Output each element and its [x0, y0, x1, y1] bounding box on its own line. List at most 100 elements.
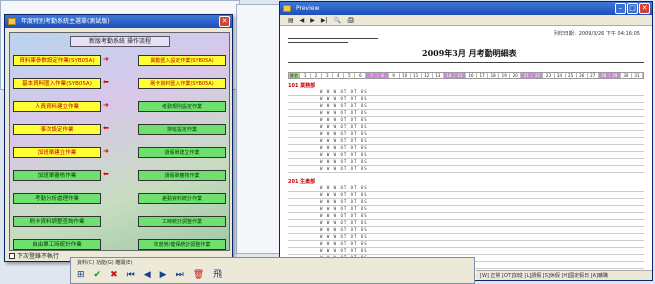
- row-codes: W W W OT OT OS: [320, 131, 368, 136]
- arrow-icon: ➜: [103, 101, 109, 109]
- table-row: W W W OT OT OS: [288, 117, 644, 124]
- confirm-icon[interactable]: ✔: [94, 269, 102, 281]
- row-codes: W W W OT OT OS: [320, 199, 368, 204]
- checkbox-label: 下次登錄不執行: [17, 253, 60, 260]
- menu-button-left-4[interactable]: 加班單建立作業: [13, 147, 101, 158]
- day-header-cell: 16: [466, 73, 478, 78]
- day-header-cell: 7: [366, 73, 378, 78]
- app-icon: [283, 5, 291, 12]
- table-row: W W W OT OT OS: [288, 124, 644, 131]
- last-record-icon[interactable]: ⏭: [176, 269, 184, 281]
- menu-button-left-8[interactable]: 自由單工時統計作業: [13, 239, 101, 250]
- row-codes: W W W OT OT OS: [320, 145, 368, 150]
- row-codes: W W W OT OT OS: [320, 117, 368, 122]
- menu-button-left-3[interactable]: 事次設定作業: [13, 124, 101, 135]
- menu-button-left-1[interactable]: 基本資料匯入作業(SYB05A): [13, 78, 101, 89]
- toolbar-print-icon[interactable]: 🖨: [347, 15, 355, 25]
- table-row: W W W OT OT OS: [288, 145, 644, 152]
- day-header-cell: 29: [609, 73, 621, 78]
- menu-button-right-7[interactable]: 工時統計調整作業: [138, 216, 226, 227]
- row-codes: W W W OT OT OS: [320, 96, 368, 101]
- day-header-cell: 9: [389, 73, 400, 78]
- row-codes: W W W OT OT OS: [320, 206, 368, 211]
- table-row: W W W OT OT OS: [288, 131, 644, 138]
- toolbar-prev-icon[interactable]: ◀: [300, 15, 305, 25]
- row-codes: W W W OT OT OS: [320, 213, 368, 218]
- day-header-cell: 22: [532, 73, 544, 78]
- checkbox-box[interactable]: [9, 252, 15, 259]
- day-header-cell: 17: [477, 73, 489, 78]
- close-icon[interactable]: ✕: [639, 3, 650, 14]
- table-row: W W W OT OT OS: [288, 234, 644, 241]
- menu-button-right-6[interactable]: 差勤資料統計作業: [138, 193, 226, 204]
- arrow-icon: ➜: [103, 55, 109, 63]
- menu-button-left-2[interactable]: 人員資料建立作業: [13, 101, 101, 112]
- nav-menu-label: 資料(C) 功能(G) 離開(E): [77, 260, 133, 266]
- menu-button-left-0[interactable]: 資料庫參數設定作業(SYB05A): [13, 55, 101, 66]
- print-date: 列印日期：2009/3/26 下午 04:16:05: [553, 31, 640, 37]
- day-header-cell: 6: [355, 73, 367, 78]
- menu-button-right-4[interactable]: 請假單建立作業: [138, 147, 226, 158]
- row-codes: W W W OT OT OS: [320, 185, 368, 190]
- menu-button-left-6[interactable]: 考勤分析處理作業: [13, 193, 101, 204]
- table-row: W W W OT OT OS: [288, 241, 644, 248]
- menu-button-right-3[interactable]: 排班設定作業: [138, 124, 226, 135]
- row-codes: W W W OT OT OS: [320, 110, 368, 115]
- day-header-cell: 31: [632, 73, 643, 78]
- day-header-cell: 30: [621, 73, 632, 78]
- minimize-icon[interactable]: –: [615, 3, 626, 14]
- day-header-cell: 19: [499, 73, 511, 78]
- arrow-icon: ⬅: [103, 170, 109, 178]
- table-row: W W W OT OT OS: [288, 138, 644, 145]
- toolbar-next-icon[interactable]: ▶: [310, 15, 315, 25]
- row-codes: W W W OT OT OS: [320, 220, 368, 225]
- toolbar-zoom-icon[interactable]: 🔍: [334, 15, 341, 25]
- preview-window: Preview – □ ✕ ▤ ◀ ▶ ▶| 🔍 🖨 列印日期：2009/3/2…: [279, 1, 653, 281]
- header-rule: [288, 42, 348, 43]
- first-record-icon[interactable]: ⏮: [127, 269, 135, 281]
- menu-button-right-2[interactable]: 考勤規則設定作業: [138, 101, 226, 112]
- day-header-cell: 3: [322, 73, 334, 78]
- menu-button-right-0[interactable]: 異動匯入設定作業(SYB05A): [138, 55, 226, 66]
- arrow-icon: ⬅: [103, 78, 109, 86]
- preview-toolbar: ▤ ◀ ▶ ▶| 🔍 🖨: [280, 15, 652, 26]
- row-codes: W W W OT OT OS: [320, 192, 368, 197]
- delete-icon[interactable]: 🗑: [193, 269, 204, 281]
- table-row: W W W OT OT OS: [288, 166, 644, 173]
- maximize-icon[interactable]: □: [627, 3, 638, 14]
- report-sheet: 列印日期：2009/3/26 下午 04:16:05 2009年3月 月考勤明細…: [282, 28, 650, 276]
- table-row: W W W OT OT OS: [288, 220, 644, 227]
- day-header-cell: 28: [598, 73, 610, 78]
- table-row: W W W OT OT OS: [288, 185, 644, 192]
- day-header-cell: 20: [510, 73, 522, 78]
- exit-icon[interactable]: 飛: [213, 269, 222, 281]
- day-header-cell: 21: [521, 73, 533, 78]
- day-header-cell: 14: [443, 73, 455, 78]
- table-row: W W W OT OT OS: [288, 89, 644, 96]
- skip-next-login-checkbox[interactable]: 下次登錄不執行: [9, 251, 59, 260]
- toolbar-page-icon[interactable]: ▤: [288, 15, 294, 25]
- section-header: 201 生產部: [288, 179, 316, 185]
- table-row: W W W OT OT OS: [288, 152, 644, 159]
- menu-button-right-8[interactable]: 年度勞/健保統計調整作業: [138, 239, 226, 250]
- table-row: W W W OT OT OS: [288, 206, 644, 213]
- day-header-cell: 10: [400, 73, 411, 78]
- menu-button-left-5[interactable]: 加班單審核作業: [13, 170, 101, 181]
- table-row: W W W OT OT OS: [288, 103, 644, 110]
- cancel-icon[interactable]: ✖: [110, 269, 118, 281]
- close-icon[interactable]: ✕: [219, 16, 230, 27]
- grid-icon[interactable]: ⊞: [77, 269, 85, 281]
- day-header-cell: 4: [333, 73, 345, 78]
- row-codes: W W W OT OT OS: [320, 138, 368, 143]
- prev-record-icon[interactable]: ◀: [144, 269, 151, 281]
- toolbar-last-icon[interactable]: ▶|: [321, 15, 328, 25]
- menu-button-left-7[interactable]: 刷卡資料調整查詢作業: [13, 216, 101, 227]
- record-nav-window: 資料(C) 功能(G) 離開(E) ⊞ ✔ ✖ ⏮ ◀ ▶ ⏭ 🗑 飛: [70, 257, 475, 284]
- row-codes: W W W OT OT OS: [320, 166, 368, 171]
- nav-buttons: ⊞ ✔ ✖ ⏮ ◀ ▶ ⏭ 🗑 飛: [77, 269, 222, 281]
- row-codes: W W W OT OT OS: [320, 103, 368, 108]
- menu-button-right-5[interactable]: 請假單審核作業: [138, 170, 226, 181]
- next-record-icon[interactable]: ▶: [160, 269, 167, 281]
- row-codes: W W W OT OT OS: [320, 152, 368, 157]
- menu-button-right-1[interactable]: 刷卡資料匯入作業(SYB05A): [138, 78, 226, 89]
